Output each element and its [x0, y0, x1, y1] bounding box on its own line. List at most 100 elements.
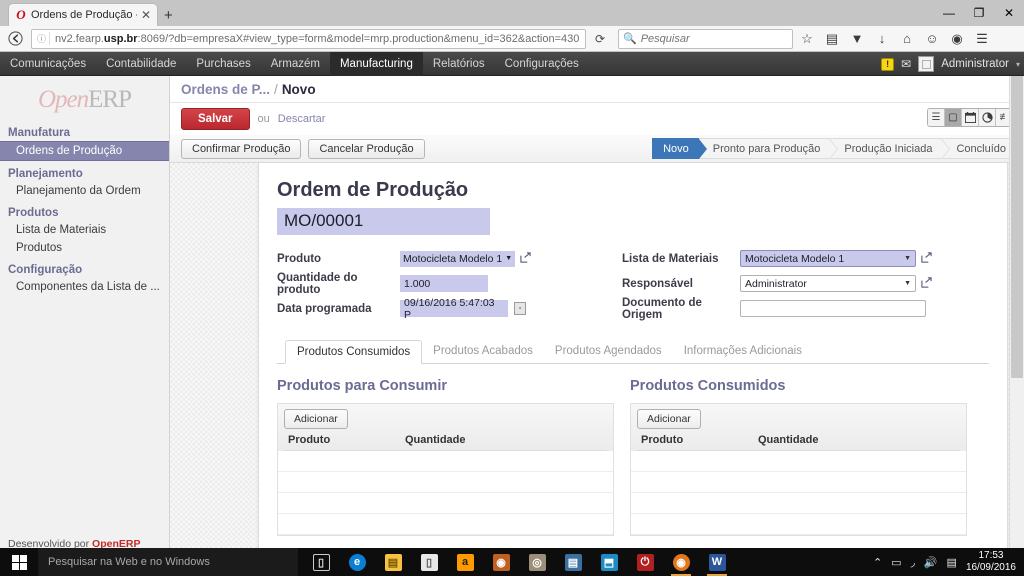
bookmark-star-icon[interactable]: ☆ [796, 28, 818, 50]
chevron-down-icon[interactable]: ▾ [1016, 60, 1020, 69]
sync-icon[interactable]: ◉ [946, 28, 968, 50]
menu-purchases[interactable]: Purchases [186, 52, 260, 76]
chevron-up-icon[interactable]: ⌃ [873, 556, 882, 569]
input-documento-de-origem[interactable] [740, 300, 926, 317]
table-row[interactable] [278, 493, 613, 514]
menu-comunicacoes[interactable]: Comunicações [0, 52, 96, 76]
form-view-icon[interactable]: ▢ [945, 109, 962, 126]
external-link-icon-responsavel[interactable] [921, 276, 932, 291]
adicionar-button-consumidos[interactable]: Adicionar [637, 409, 701, 429]
hamburger-menu-icon[interactable]: ☰ [971, 28, 993, 50]
back-button[interactable] [4, 28, 26, 50]
table-row[interactable] [278, 514, 613, 535]
menu-manufacturing[interactable]: Manufacturing [329, 51, 423, 76]
select-lista-de-materiais[interactable]: Motocicleta Modelo 1 ▼ [740, 250, 916, 267]
mail-icon[interactable]: ✉ [901, 57, 911, 71]
task-view-icon[interactable]: ▯ [304, 548, 338, 576]
word-icon[interactable]: W [700, 548, 734, 576]
sidebar-item-ordens-de-producao[interactable]: Ordens de Produção [0, 141, 169, 161]
reload-button[interactable]: ⟳ [589, 32, 611, 46]
minimize-window-button[interactable]: — [934, 0, 964, 26]
status-novo-label: Novo [663, 142, 689, 155]
save-button[interactable]: Salvar [181, 108, 250, 130]
browser-search-box[interactable]: 🔍 [618, 28, 793, 49]
reading-list-icon[interactable]: ▤ [821, 28, 843, 50]
menu-armazem[interactable]: Armazém [261, 52, 330, 76]
menu-contabilidade[interactable]: Contabilidade [96, 52, 186, 76]
firefox-icon[interactable]: ◉ [664, 548, 698, 576]
site-info-icon[interactable]: ⓘ [34, 32, 50, 45]
close-window-button[interactable]: ✕ [994, 0, 1024, 26]
tab-produtos-agendados[interactable]: Produtos Agendados [544, 340, 673, 364]
adicionar-button-consumir[interactable]: Adicionar [284, 409, 348, 429]
maximize-window-button[interactable]: ❐ [964, 0, 994, 26]
input-quantidade[interactable]: 1.000 [400, 275, 488, 292]
pocket-icon[interactable]: ▼ [846, 28, 868, 50]
action-center-icon[interactable]: ▤ [947, 556, 957, 569]
graph-view-icon[interactable] [979, 109, 996, 126]
taskbar-clock[interactable]: 17:53 16/09/2016 [966, 550, 1016, 574]
browser-search-input[interactable] [640, 32, 788, 45]
column-quantidade: Quantidade [758, 434, 819, 446]
avatar[interactable] [918, 56, 935, 72]
confirmar-producao-button[interactable]: Confirmar Produção [181, 138, 302, 159]
scrollbar-thumb[interactable] [1011, 76, 1023, 378]
cancelar-producao-button[interactable]: Cancelar Produção [308, 138, 425, 159]
vertical-scrollbar[interactable]: ⌄ [1009, 76, 1024, 554]
sidebar-item-componentes-lista[interactable]: Componentes da Lista de ... [0, 278, 169, 296]
status-pronto-para-producao[interactable]: Pronto para Produção [698, 138, 839, 159]
app-photo-icon[interactable]: ▤ [556, 548, 590, 576]
volume-icon[interactable]: 🔊 [924, 556, 938, 569]
status-concluido[interactable]: Concluído [942, 138, 1016, 159]
select-responsavel[interactable]: Administrator ▼ [740, 275, 916, 292]
breadcrumb-parent[interactable]: Ordens de P... [181, 82, 270, 97]
calendar-picker-icon[interactable]: ▫ [514, 302, 526, 315]
menu-configuracoes[interactable]: Configurações [495, 52, 589, 76]
start-button[interactable] [0, 548, 38, 576]
table-row[interactable] [631, 472, 966, 493]
status-novo[interactable]: Novo [652, 138, 707, 159]
table-row[interactable] [278, 472, 613, 493]
store-icon[interactable]: ▯ [412, 548, 446, 576]
status-producao-iniciada[interactable]: Produção Iniciada [830, 138, 951, 159]
table-row[interactable] [631, 514, 966, 535]
home-icon[interactable]: ⌂ [896, 28, 918, 50]
table-row[interactable] [631, 493, 966, 514]
menu-relatorios[interactable]: Relatórios [423, 52, 495, 76]
tab-produtos-acabados[interactable]: Produtos Acabados [422, 340, 544, 364]
tab-informacoes-adicionais[interactable]: Informações Adicionais [673, 340, 813, 364]
app-orange-icon[interactable]: ◉ [484, 548, 518, 576]
downloads-icon[interactable]: ↓ [871, 28, 893, 50]
external-link-icon-produto[interactable] [520, 251, 531, 266]
tab-produtos-consumidos[interactable]: Produtos Consumidos [285, 340, 423, 364]
browser-tab[interactable]: O Ordens de Produção - Op... ✕ [8, 3, 158, 26]
app-gray-icon[interactable]: ◎ [520, 548, 554, 576]
edge-icon[interactable]: e [340, 548, 374, 576]
record-name-field[interactable]: MO/00001 [277, 208, 490, 235]
table-row[interactable] [631, 451, 966, 472]
username-label[interactable]: Administrator [941, 58, 1009, 70]
list-view-icon[interactable]: ☰ [928, 109, 945, 126]
shutdown-icon[interactable]: ⏻ [628, 548, 662, 576]
smiley-icon[interactable]: ☺ [921, 28, 943, 50]
input-data-programada[interactable]: 09/16/2016 5:47:03 P [400, 297, 508, 321]
input-produto[interactable]: Motocicleta Modelo 1 ▼ [400, 250, 516, 267]
calendar-view-icon[interactable] [962, 109, 979, 126]
sidebar-item-lista-de-materiais[interactable]: Lista de Materiais [0, 221, 169, 239]
amazon-icon[interactable]: a [448, 548, 482, 576]
sidebar-item-produtos[interactable]: Produtos [0, 239, 169, 257]
external-link-icon-lista[interactable] [921, 251, 932, 266]
taskbar-search-box[interactable]: Pesquisar na Web e no Windows [38, 548, 298, 576]
teamviewer-icon[interactable]: ⬒ [592, 548, 626, 576]
url-bar[interactable]: ⓘ nv2.fearp.usp.br:8069/?db=empresaX#vie… [31, 28, 586, 49]
wifi-icon[interactable]: ◞ [911, 556, 915, 569]
new-tab-button[interactable]: + [164, 8, 173, 23]
table-row[interactable] [278, 451, 613, 472]
file-explorer-icon[interactable]: ▤ [376, 548, 410, 576]
discard-button[interactable]: Descartar [278, 113, 326, 125]
warning-badge-icon[interactable]: ! [881, 57, 895, 71]
o2m-list-consumidos: Adicionar Produto Quantidade [630, 403, 967, 536]
sidebar-item-planejamento-da-ordem[interactable]: Planejamento da Ordem [0, 182, 169, 200]
close-tab-icon[interactable]: ✕ [141, 9, 151, 21]
battery-icon[interactable]: ▭ [891, 556, 901, 569]
